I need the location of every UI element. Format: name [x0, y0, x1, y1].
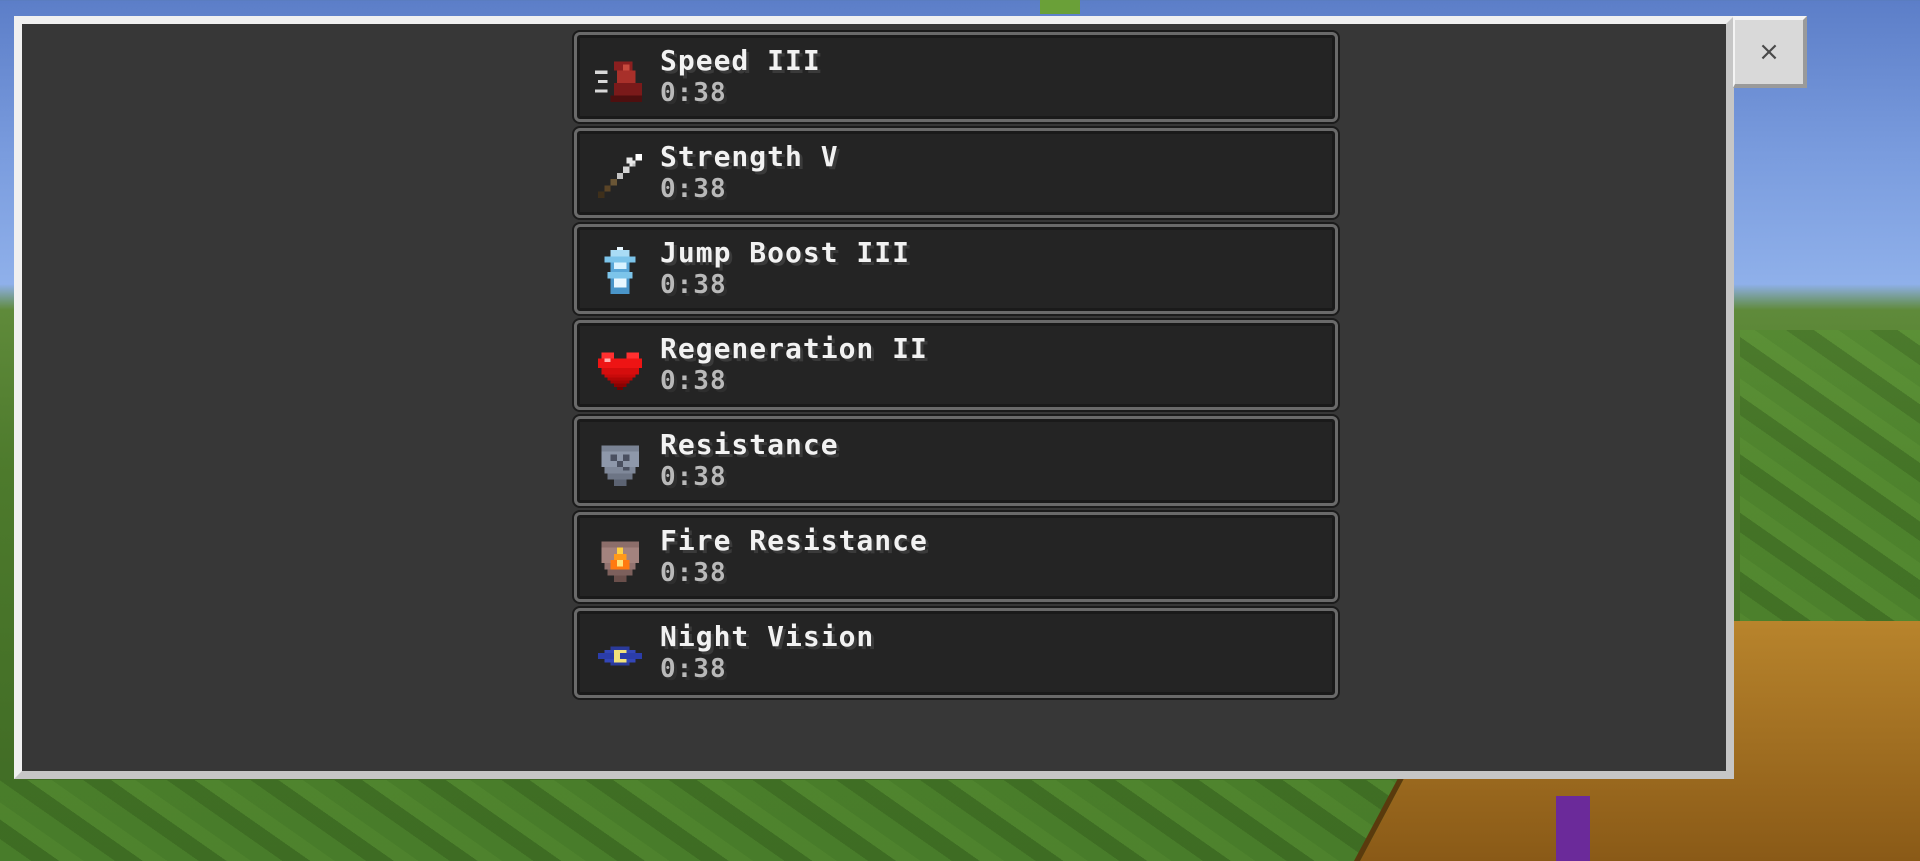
- effect-row-strength[interactable]: Strength V 0:38: [574, 128, 1338, 218]
- regeneration-icon: [595, 343, 645, 393]
- speed-icon: [595, 55, 645, 105]
- effect-name: Fire Resistance: [660, 524, 928, 557]
- strength-icon: [595, 151, 645, 201]
- effect-duration: 0:38: [660, 270, 727, 300]
- close-button[interactable]: ×: [1733, 16, 1807, 88]
- effect-row-resistance[interactable]: Resistance 0:38: [574, 416, 1338, 506]
- effect-row-regeneration[interactable]: Regeneration II 0:38: [574, 320, 1338, 410]
- effect-duration: 0:38: [660, 654, 727, 684]
- effect-duration: 0:38: [660, 462, 727, 492]
- effect-row-night-vision[interactable]: Night Vision 0:38: [574, 608, 1338, 698]
- effect-name: Night Vision: [660, 620, 875, 653]
- effect-name: Speed III: [660, 44, 821, 77]
- plant-top: [1040, 0, 1080, 14]
- chest-lock: [1556, 796, 1590, 861]
- effect-name: Strength V: [660, 140, 839, 173]
- effect-duration: 0:38: [660, 558, 727, 588]
- jump-boost-icon: [595, 247, 645, 297]
- resistance-icon: [595, 439, 645, 489]
- effect-row-fire-resistance[interactable]: Fire Resistance 0:38: [574, 512, 1338, 602]
- effect-name: Regeneration II: [660, 332, 928, 365]
- effect-row-jump-boost[interactable]: Jump Boost III 0:38: [574, 224, 1338, 314]
- effects-list: Speed III 0:38 Strength V 0:38 Jump Boos…: [574, 32, 1338, 704]
- effect-duration: 0:38: [660, 78, 727, 108]
- effect-name: Resistance: [660, 428, 839, 461]
- effect-duration: 0:38: [660, 174, 727, 204]
- night-vision-icon: [595, 631, 645, 681]
- fire-resistance-icon: [595, 535, 645, 585]
- effect-name: Jump Boost III: [660, 236, 911, 269]
- effect-duration: 0:38: [660, 366, 727, 396]
- effect-row-speed[interactable]: Speed III 0:38: [574, 32, 1338, 122]
- close-icon: ×: [1758, 37, 1780, 67]
